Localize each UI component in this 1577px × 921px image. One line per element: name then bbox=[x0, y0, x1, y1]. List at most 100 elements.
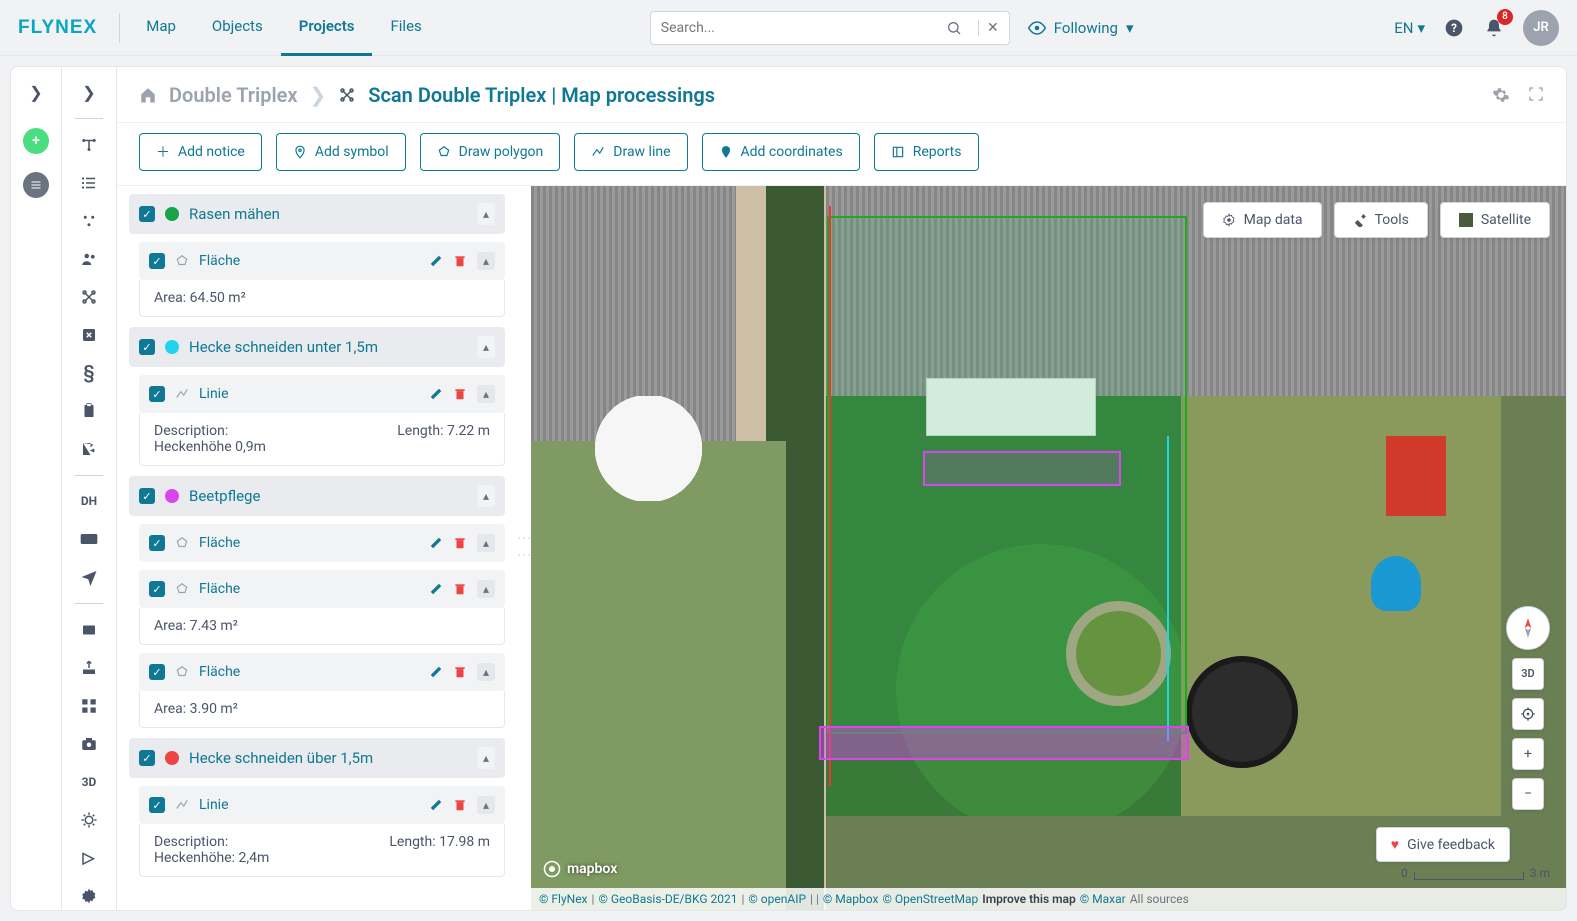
add-notice-button[interactable]: ＋Add notice bbox=[139, 133, 262, 171]
checkbox-icon[interactable]: ✓ bbox=[149, 253, 165, 269]
rail-list-icon[interactable] bbox=[73, 169, 105, 197]
collapse-icon[interactable]: ▴ bbox=[477, 336, 495, 358]
fullscreen-icon[interactable] bbox=[1528, 86, 1544, 104]
item-header[interactable]: ✓ Fläche ▴ bbox=[139, 570, 505, 608]
rail-clipboard-icon[interactable] bbox=[73, 397, 105, 425]
rail-gear-icon[interactable] bbox=[73, 882, 105, 910]
collapse-icon[interactable]: ▴ bbox=[477, 747, 495, 769]
compass-icon[interactable] bbox=[1506, 606, 1550, 650]
rail-box-icon[interactable] bbox=[73, 321, 105, 349]
item-header[interactable]: ✓ Fläche ▴ bbox=[139, 242, 505, 280]
collapse-icon[interactable]: ▴ bbox=[477, 385, 495, 403]
help-icon[interactable]: ? bbox=[1443, 17, 1465, 39]
tools-button[interactable]: Tools bbox=[1334, 202, 1428, 238]
collapse-icon[interactable]: ▴ bbox=[477, 203, 495, 225]
rail-plane-icon[interactable] bbox=[73, 563, 105, 591]
collapse-icon[interactable]: ▴ bbox=[477, 796, 495, 814]
reports-button[interactable]: Reports bbox=[874, 133, 979, 171]
rail-network-icon[interactable] bbox=[73, 131, 105, 159]
rail-bug-icon[interactable] bbox=[73, 806, 105, 834]
zoom-in-button[interactable]: + bbox=[1512, 738, 1544, 770]
overlay-red-line[interactable] bbox=[829, 206, 831, 786]
map-canvas[interactable]: Map data Tools Satellite bbox=[531, 186, 1566, 910]
settings-icon[interactable] bbox=[1492, 86, 1510, 104]
delete-icon[interactable] bbox=[453, 536, 467, 550]
expand-icon-rail-icon[interactable]: ❯ bbox=[82, 83, 95, 102]
edit-icon[interactable] bbox=[429, 665, 443, 679]
locate-button[interactable] bbox=[1512, 698, 1544, 730]
delete-icon[interactable] bbox=[453, 582, 467, 596]
rail-people-icon[interactable] bbox=[73, 245, 105, 273]
list-button[interactable] bbox=[23, 172, 49, 198]
item-header[interactable]: ✓ Fläche ▴ bbox=[139, 653, 505, 691]
delete-icon[interactable] bbox=[453, 798, 467, 812]
add-button[interactable]: + bbox=[23, 128, 49, 154]
search-input[interactable] bbox=[661, 20, 946, 36]
draw-line-button[interactable]: Draw line bbox=[574, 133, 687, 171]
checkbox-icon[interactable]: ✓ bbox=[149, 386, 165, 402]
map-data-button[interactable]: Map data bbox=[1203, 202, 1322, 238]
collapse-icon[interactable]: ▴ bbox=[477, 663, 495, 681]
item-header[interactable]: ✓ Linie ▴ bbox=[139, 786, 505, 824]
breadcrumb-parent[interactable]: Double Triplex bbox=[169, 83, 298, 107]
collapse-icon[interactable]: ▴ bbox=[477, 580, 495, 598]
expand-mini-rail-icon[interactable]: ❯ bbox=[29, 83, 42, 102]
checkbox-icon[interactable]: ✓ bbox=[139, 339, 155, 355]
checkbox-icon[interactable]: ✓ bbox=[139, 206, 155, 222]
nav-tab-projects[interactable]: Projects bbox=[281, 0, 373, 56]
nav-tab-map[interactable]: Map bbox=[128, 0, 194, 56]
draw-polygon-button[interactable]: Draw polygon bbox=[420, 133, 561, 171]
zoom-out-button[interactable]: − bbox=[1512, 778, 1544, 810]
item-header[interactable]: ✓ Fläche ▴ bbox=[139, 524, 505, 562]
collapse-icon[interactable]: ▴ bbox=[477, 485, 495, 507]
rail-drone-icon[interactable] bbox=[73, 283, 105, 311]
edit-icon[interactable] bbox=[429, 387, 443, 401]
satellite-button[interactable]: Satellite bbox=[1440, 202, 1550, 238]
add-symbol-button[interactable]: Add symbol bbox=[276, 133, 406, 171]
rail-live-icon[interactable] bbox=[73, 525, 105, 553]
checkbox-icon[interactable]: ✓ bbox=[149, 535, 165, 551]
rail-upload-icon[interactable] bbox=[73, 654, 105, 682]
rail-3d-icon[interactable]: 3D bbox=[73, 768, 105, 796]
add-coordinates-button[interactable]: Add coordinates bbox=[702, 133, 860, 171]
group-header[interactable]: ✓ Rasen mähen ▴ bbox=[129, 194, 505, 234]
following-toggle[interactable]: Following ▾ bbox=[1028, 19, 1134, 37]
delete-icon[interactable] bbox=[453, 254, 467, 268]
checkbox-icon[interactable]: ✓ bbox=[139, 750, 155, 766]
rail-export-icon[interactable] bbox=[73, 435, 105, 463]
rail-square-icon[interactable] bbox=[73, 616, 105, 644]
clear-search-icon[interactable]: ✕ bbox=[978, 20, 999, 36]
edit-icon[interactable] bbox=[429, 582, 443, 596]
language-selector[interactable]: EN▾ bbox=[1394, 19, 1425, 37]
group-header[interactable]: ✓ Hecke schneiden über 1,5m ▴ bbox=[129, 738, 505, 778]
item-header[interactable]: ✓ Linie ▴ bbox=[139, 375, 505, 413]
collapse-icon[interactable]: ▴ bbox=[477, 252, 495, 270]
split-drag-handle[interactable]: ⋮⋮ bbox=[517, 186, 531, 910]
rail-dh-icon[interactable]: DH bbox=[73, 487, 105, 515]
edit-icon[interactable] bbox=[429, 536, 443, 550]
search-box[interactable]: ✕ bbox=[650, 11, 1010, 45]
feedback-button[interactable]: ♥ Give feedback bbox=[1376, 827, 1510, 862]
overlay-cyan-line[interactable] bbox=[1167, 436, 1169, 741]
nav-tab-files[interactable]: Files bbox=[372, 0, 439, 56]
rail-nodes-icon[interactable] bbox=[73, 207, 105, 235]
edit-icon[interactable] bbox=[429, 798, 443, 812]
notifications-icon[interactable]: 8 bbox=[1483, 17, 1505, 39]
rail-arrow-icon[interactable] bbox=[73, 844, 105, 872]
home-icon[interactable] bbox=[139, 86, 157, 104]
checkbox-icon[interactable]: ✓ bbox=[149, 664, 165, 680]
3d-toggle-button[interactable]: 3D bbox=[1512, 658, 1544, 690]
search-icon[interactable] bbox=[946, 20, 962, 36]
nav-tab-objects[interactable]: Objects bbox=[194, 0, 281, 56]
delete-icon[interactable] bbox=[453, 665, 467, 679]
group-header[interactable]: ✓ Hecke schneiden unter 1,5m ▴ bbox=[129, 327, 505, 367]
checkbox-icon[interactable]: ✓ bbox=[149, 797, 165, 813]
rail-grid-icon[interactable] bbox=[73, 692, 105, 720]
overlay-magenta-polygon-1[interactable] bbox=[923, 451, 1121, 486]
edit-icon[interactable] bbox=[429, 254, 443, 268]
checkbox-icon[interactable]: ✓ bbox=[139, 488, 155, 504]
collapse-icon[interactable]: ▴ bbox=[477, 534, 495, 552]
overlay-magenta-polygon-2[interactable] bbox=[819, 726, 1189, 760]
delete-icon[interactable] bbox=[453, 387, 467, 401]
avatar[interactable]: JR bbox=[1523, 10, 1559, 46]
